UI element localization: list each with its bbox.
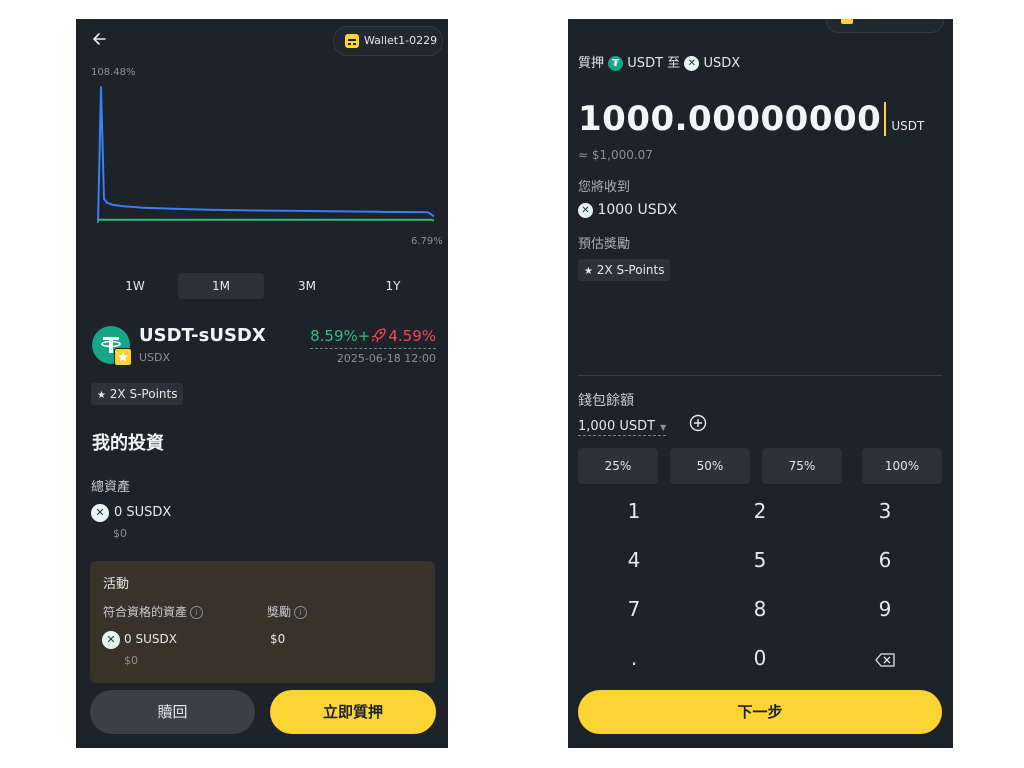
wallet-name: Wallet1-0229 <box>364 34 438 47</box>
susdx-coin-icon: ✕ <box>91 504 109 522</box>
usdx-coin-icon: ✕ <box>684 56 700 71</box>
points-badge: ★ 2X S-Points <box>91 383 184 405</box>
key-8[interactable]: 8 <box>710 589 810 629</box>
rocket-icon <box>370 327 388 343</box>
points-badge: ★ 2X S-Points <box>578 259 671 281</box>
receive-amount-row: ✕ 1000 USDX <box>578 202 677 218</box>
percent-25-button[interactable]: 25% <box>578 448 658 484</box>
usdx-coin-icon: ✕ <box>578 202 593 218</box>
reward-heading: 獎勵 i <box>267 603 308 620</box>
left-screen: Wallet1-0229 108.48% 6.79% 1W 1M 3M 1Y U… <box>76 19 448 748</box>
reward-label: 預估獎勵 <box>578 237 631 252</box>
key-6[interactable]: 6 <box>835 540 935 580</box>
tab-1y[interactable]: 1Y <box>350 273 436 299</box>
receive-label: 您將收到 <box>578 180 631 195</box>
eligible-assets-heading: 符合資格的資產 i <box>103 603 204 620</box>
key-decimal[interactable]: . <box>584 638 684 678</box>
percent-75-button[interactable]: 75% <box>762 448 842 484</box>
text-cursor <box>884 102 887 136</box>
wallet-icon <box>345 34 359 48</box>
wallet-icon <box>841 19 853 24</box>
key-1[interactable]: 1 <box>584 491 684 531</box>
key-2[interactable]: 2 <box>710 491 810 531</box>
percent-100-button[interactable]: 100% <box>862 448 942 484</box>
usd-estimate: ≈ $1,000.07 <box>578 148 653 162</box>
chart-series-line-0 <box>97 86 435 224</box>
usdt-token-icon: ₮ <box>608 56 624 71</box>
performance-chart <box>97 86 435 224</box>
eligible-amount: 0 SUSDX <box>124 632 177 646</box>
stake-now-button[interactable]: 立即質押 <box>270 690 436 734</box>
chart-series-line-1 <box>98 218 435 222</box>
wallet-selector[interactable]: Wallet1-0229 <box>333 26 443 56</box>
next-button[interactable]: 下一步 <box>578 690 942 734</box>
reward-amount: $0 <box>270 632 286 646</box>
key-9[interactable]: 9 <box>835 589 935 629</box>
apy-base: 8.59%+ <box>310 327 371 345</box>
info-icon[interactable]: i <box>190 606 204 619</box>
add-circle-icon[interactable] <box>689 414 707 432</box>
chart-min-label: 6.79% <box>411 236 443 247</box>
balance-selector[interactable]: 1,000 USDT ▼ <box>578 415 667 436</box>
key-3[interactable]: 3 <box>835 491 935 531</box>
star-icon: ★ <box>584 266 593 277</box>
caret-down-icon: ▼ <box>660 423 667 432</box>
percent-50-button[interactable]: 50% <box>670 448 750 484</box>
backspace-icon <box>875 652 895 667</box>
key-0[interactable]: 0 <box>710 638 810 678</box>
badge-star-icon <box>114 348 132 366</box>
apy-bonus: 4.59% <box>388 327 436 345</box>
activity-title: 活動 <box>103 577 130 592</box>
backspace-key[interactable] <box>835 638 935 678</box>
key-7[interactable]: 7 <box>584 589 684 629</box>
star-icon: ★ <box>97 390 106 401</box>
total-assets-label: 總資產 <box>91 480 131 495</box>
balance-label: 錢包餘額 <box>578 393 634 409</box>
tab-1w[interactable]: 1W <box>92 273 178 299</box>
amount-input[interactable]: 1000.00000000 USDT <box>578 99 924 139</box>
chart-max-label: 108.48% <box>91 67 136 78</box>
right-screen: 質押 ₮ USDT 至 ✕ USDX 1000.00000000 USDT ≈ $… <box>568 19 953 748</box>
info-icon[interactable]: i <box>294 606 308 619</box>
activity-card: 活動 符合資格的資產 i 獎勵 i ✕ 0 SUSDX $0 $0 <box>90 561 435 683</box>
receive-amount: 1000 USDX <box>597 202 678 218</box>
susdx-coin-icon: ✕ <box>102 631 120 649</box>
key-4[interactable]: 4 <box>584 540 684 580</box>
section-title: 我的投資 <box>92 433 164 454</box>
wallet-selector[interactable] <box>826 19 944 33</box>
total-usd: $0 <box>113 527 127 540</box>
divider <box>578 375 942 376</box>
total-amount: 0 SUSDX <box>114 505 172 520</box>
apy-display[interactable]: 8.59%+ 4.59% <box>310 326 436 349</box>
balance-value: 1,000 USDT <box>578 419 656 434</box>
tab-3m[interactable]: 3M <box>264 273 350 299</box>
key-5[interactable]: 5 <box>710 540 810 580</box>
asset-sub: USDX <box>139 351 171 364</box>
eligible-usd: $0 <box>124 654 138 667</box>
amount-unit: USDT <box>891 119 925 133</box>
redeem-button[interactable]: 贖回 <box>90 690 255 734</box>
stake-header: 質押 ₮ USDT 至 ✕ USDX <box>578 56 741 71</box>
apy-date: 2025-06-18 12:00 <box>336 352 436 365</box>
asset-name: USDT-sUSDX <box>139 325 266 346</box>
amount-value: 1000.00000000 <box>578 99 882 139</box>
tab-1m[interactable]: 1M <box>178 273 264 299</box>
back-arrow-icon[interactable] <box>90 29 110 49</box>
